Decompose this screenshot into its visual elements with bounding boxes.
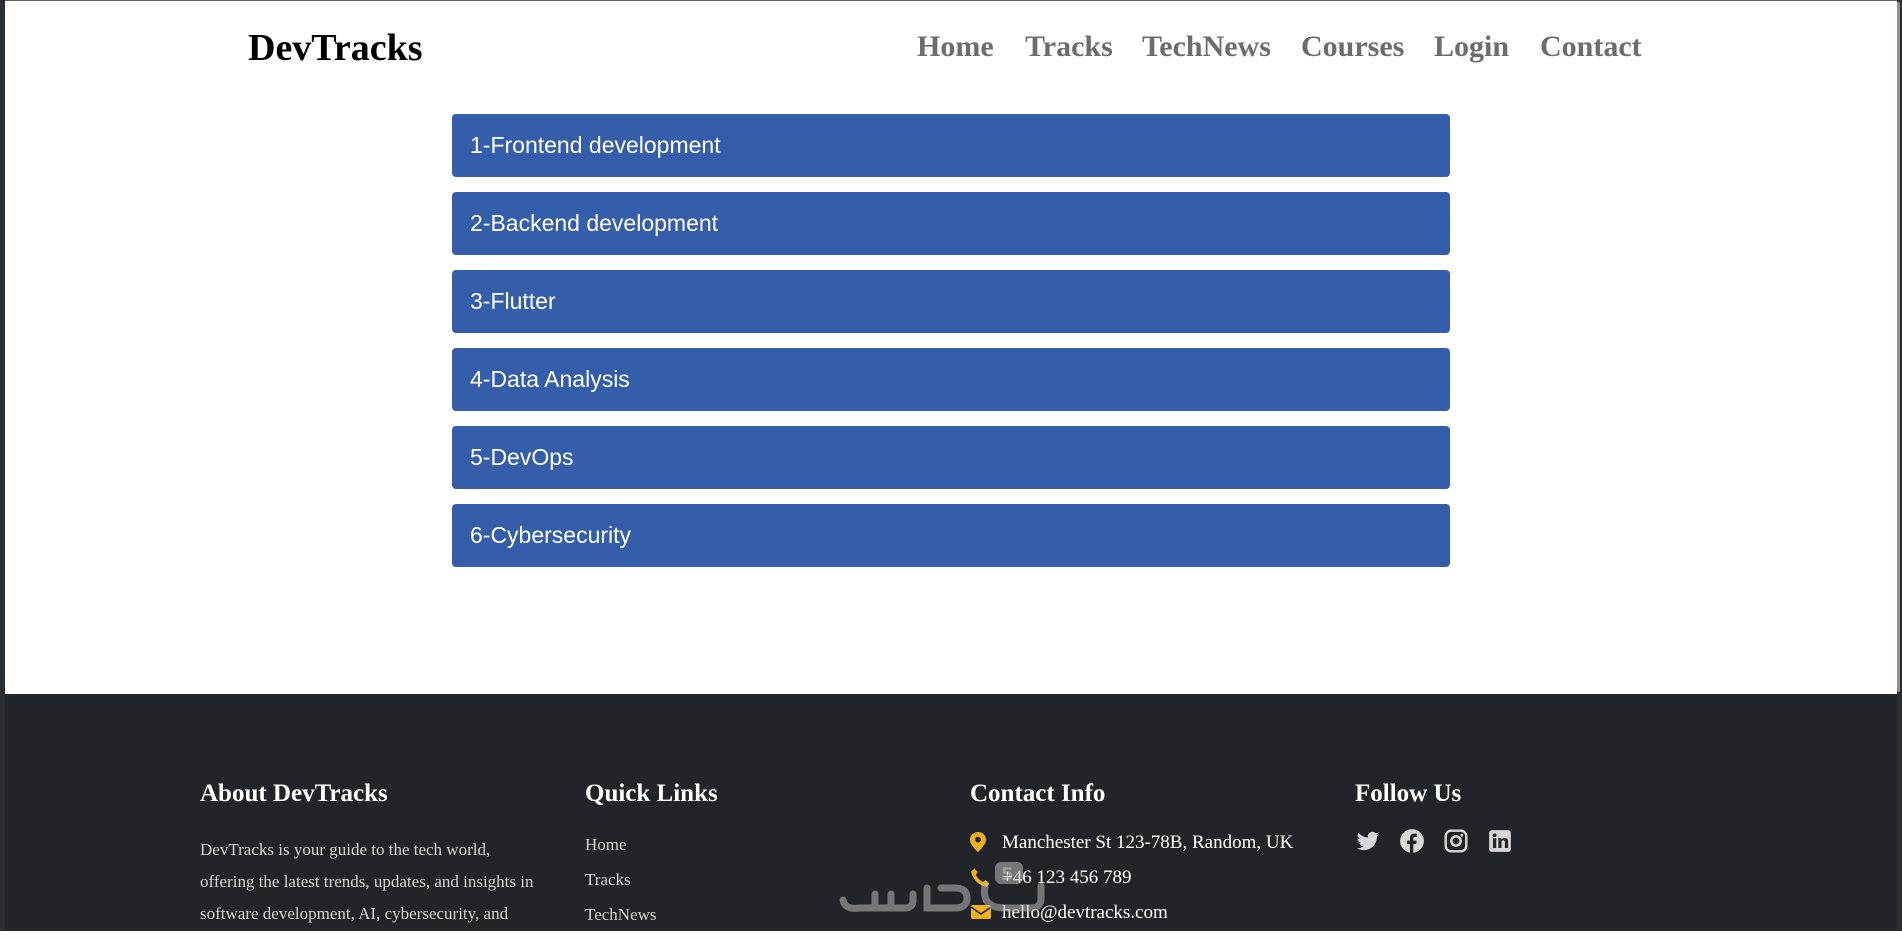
nav-contact[interactable]: Contact bbox=[1540, 30, 1642, 64]
scrollbar[interactable] bbox=[1897, 2, 1900, 692]
brand-logo[interactable]: DevTracks bbox=[248, 26, 423, 70]
contact-address: Manchester St 123-78B, Random, UK bbox=[1002, 832, 1294, 853]
footer-contact-title: Contact Info bbox=[970, 780, 1106, 807]
svg-text:5: 5 bbox=[1001, 864, 1014, 885]
about-line: offering the latest trends, updates, and… bbox=[200, 872, 534, 891]
footer-follow-title: Follow Us bbox=[1355, 780, 1462, 807]
track-item-frontend[interactable]: 1-Frontend development bbox=[452, 114, 1450, 177]
watermark-logo: 5 bbox=[835, 858, 1065, 918]
footer-about-title: About DevTracks bbox=[200, 780, 388, 807]
track-item-backend[interactable]: 2-Backend development bbox=[452, 192, 1450, 255]
track-item-data-analysis[interactable]: 4-Data Analysis bbox=[452, 348, 1450, 411]
footer-link-home[interactable]: Home bbox=[585, 835, 627, 854]
footer-link-tracks[interactable]: Tracks bbox=[585, 870, 631, 889]
quick-links-list: Home Tracks TechNews bbox=[585, 834, 657, 939]
footer-link-technews[interactable]: TechNews bbox=[585, 905, 657, 924]
nav-login[interactable]: Login bbox=[1434, 30, 1509, 64]
twitter-icon[interactable] bbox=[1355, 828, 1381, 854]
footer-about-text: DevTracks is your guide to the tech worl… bbox=[200, 834, 560, 930]
about-line: software development, AI, cybersecurity,… bbox=[200, 904, 509, 923]
footer-quick-links-title: Quick Links bbox=[585, 780, 718, 807]
site-header: DevTracks Home Tracks TechNews Courses L… bbox=[5, 0, 1897, 100]
track-item-flutter[interactable]: 3-Flutter bbox=[452, 270, 1450, 333]
nav-courses[interactable]: Courses bbox=[1301, 30, 1404, 64]
nav-technews[interactable]: TechNews bbox=[1142, 30, 1271, 64]
track-item-devops[interactable]: 5-DevOps bbox=[452, 426, 1450, 489]
about-line: DevTracks is your guide to the tech worl… bbox=[200, 840, 491, 859]
instagram-icon[interactable] bbox=[1443, 828, 1469, 854]
tracks-list: 1-Frontend development 2-Backend develop… bbox=[452, 114, 1450, 582]
track-item-cybersecurity[interactable]: 6-Cybersecurity bbox=[452, 504, 1450, 567]
facebook-icon[interactable] bbox=[1399, 828, 1425, 854]
linkedin-icon[interactable] bbox=[1487, 828, 1513, 854]
nav-home[interactable]: Home bbox=[917, 30, 994, 64]
map-marker-icon bbox=[970, 832, 1002, 857]
social-links bbox=[1355, 828, 1513, 854]
nav-tracks[interactable]: Tracks bbox=[1025, 30, 1113, 64]
